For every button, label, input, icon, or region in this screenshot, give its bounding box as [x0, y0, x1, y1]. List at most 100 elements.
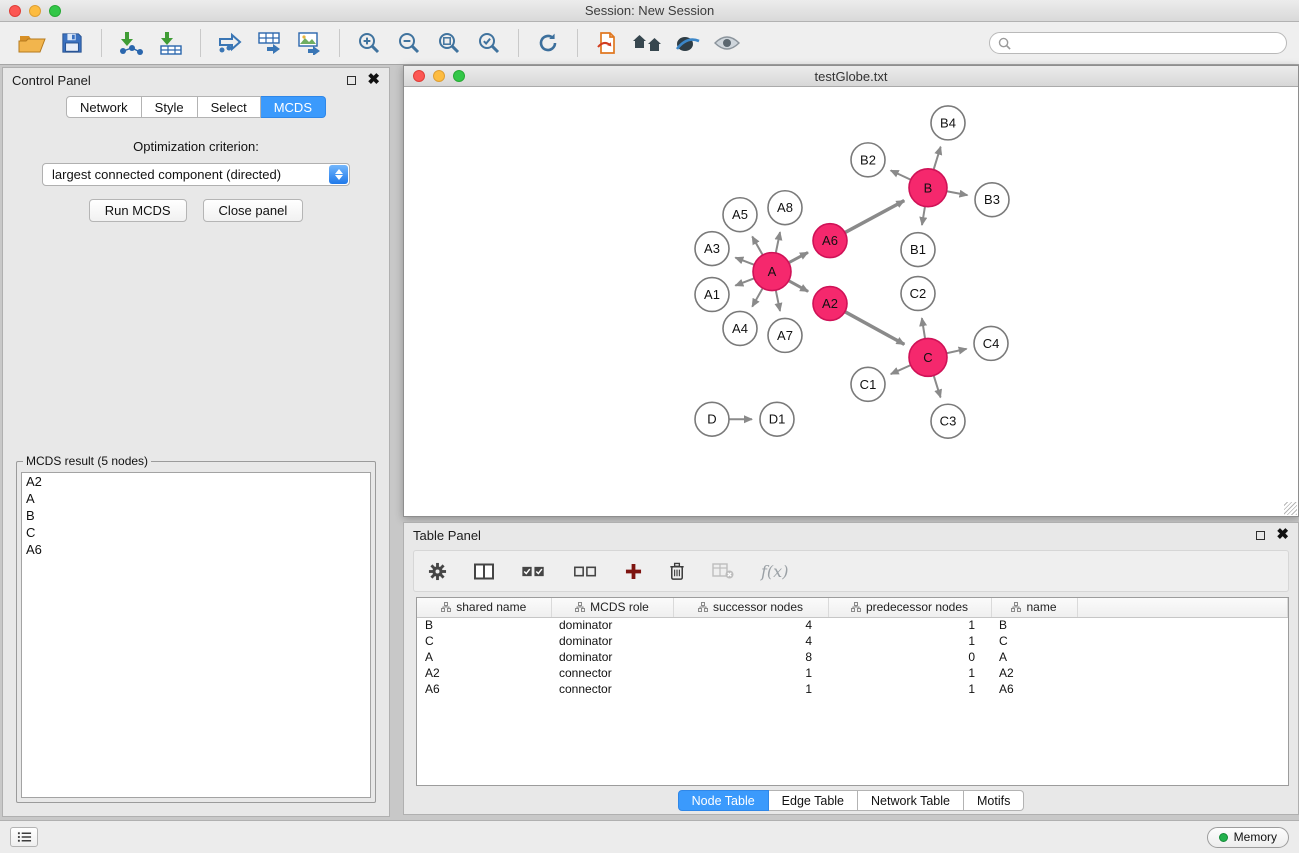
column-header-mcds-role[interactable]: MCDS role: [551, 598, 673, 617]
function-builder-button[interactable]: f(x): [761, 562, 788, 581]
close-window-button[interactable]: [9, 5, 21, 17]
annotation-button[interactable]: [667, 25, 707, 61]
window-resize-grip[interactable]: [1284, 502, 1297, 515]
node-C[interactable]: C: [909, 338, 947, 376]
delete-column-button[interactable]: [669, 562, 685, 581]
select-all-button[interactable]: [521, 565, 546, 578]
edge-A6-B[interactable]: [845, 201, 904, 233]
task-history-button[interactable]: [10, 827, 38, 847]
edge-A-A4[interactable]: [752, 288, 762, 307]
import-network-button[interactable]: [111, 25, 151, 61]
table-row[interactable]: A6connector11A6: [417, 681, 1288, 697]
add-column-button[interactable]: [625, 563, 642, 580]
table-row[interactable]: Bdominator41B: [417, 617, 1288, 633]
column-header-successor-nodes[interactable]: successor nodes: [673, 598, 828, 617]
mcds-result-item[interactable]: A6: [22, 541, 370, 558]
node-A1[interactable]: A1: [695, 278, 729, 312]
edge-A-A1[interactable]: [735, 278, 754, 285]
save-session-button[interactable]: [52, 25, 92, 61]
edge-C-C4[interactable]: [947, 349, 967, 353]
node-A7[interactable]: A7: [768, 318, 802, 352]
table-row[interactable]: Adominator80A: [417, 649, 1288, 665]
import-table-button[interactable]: [151, 25, 191, 61]
zoom-in-button[interactable]: [349, 25, 389, 61]
edge-A-A8[interactable]: [776, 232, 780, 253]
edge-C-C1[interactable]: [891, 365, 911, 374]
edge-B-B4[interactable]: [934, 147, 941, 170]
mcds-result-item[interactable]: A: [22, 490, 370, 507]
run-mcds-button[interactable]: Run MCDS: [89, 199, 187, 222]
node-B[interactable]: B: [909, 169, 947, 207]
tab-style[interactable]: Style: [142, 96, 198, 118]
tab-network-table[interactable]: Network Table: [858, 790, 964, 811]
node-D1[interactable]: D1: [760, 402, 794, 436]
tab-select[interactable]: Select: [198, 96, 261, 118]
mcds-result-item[interactable]: B: [22, 507, 370, 524]
search-input[interactable]: [1016, 36, 1278, 50]
network-minimize-button[interactable]: [433, 70, 445, 82]
apply-layout-button[interactable]: [528, 25, 568, 61]
export-network-button[interactable]: [210, 25, 250, 61]
export-image-button[interactable]: [290, 25, 330, 61]
edge-A-A6[interactable]: [789, 252, 808, 262]
node-C4[interactable]: C4: [974, 326, 1008, 360]
node-A5[interactable]: A5: [723, 198, 757, 232]
node-B1[interactable]: B1: [901, 233, 935, 267]
float-table-panel-icon[interactable]: [1256, 531, 1265, 540]
close-panel-icon[interactable]: ✖: [367, 74, 380, 86]
delete-table-button[interactable]: [712, 563, 734, 579]
network-close-button[interactable]: [413, 70, 425, 82]
network-zoom-button[interactable]: [453, 70, 465, 82]
home-views-button[interactable]: [627, 25, 667, 61]
close-panel-button[interactable]: Close panel: [203, 199, 304, 222]
export-table-button[interactable]: [250, 25, 290, 61]
edge-A-A3[interactable]: [735, 258, 754, 265]
zoom-fit-button[interactable]: [429, 25, 469, 61]
node-B4[interactable]: B4: [931, 106, 965, 140]
tab-network[interactable]: Network: [66, 96, 142, 118]
edge-A2-C[interactable]: [845, 312, 904, 345]
node-B2[interactable]: B2: [851, 143, 885, 177]
column-header-name[interactable]: name: [991, 598, 1077, 617]
show-columns-button[interactable]: [474, 563, 494, 580]
deselect-all-button[interactable]: [573, 565, 598, 578]
minimize-window-button[interactable]: [29, 5, 41, 17]
node-C3[interactable]: C3: [931, 404, 965, 438]
show-hide-button[interactable]: [707, 25, 747, 61]
global-search-field[interactable]: [989, 32, 1287, 54]
edge-B-B3[interactable]: [947, 191, 968, 195]
zoom-selected-button[interactable]: [469, 25, 509, 61]
node-B3[interactable]: B3: [975, 183, 1009, 217]
node-A8[interactable]: A8: [768, 191, 802, 225]
node-A2[interactable]: A2: [813, 287, 847, 321]
table-settings-button[interactable]: [428, 562, 447, 581]
memory-button[interactable]: Memory: [1207, 827, 1289, 848]
node-C1[interactable]: C1: [851, 367, 885, 401]
network-canvas[interactable]: B4B2BB3A8A5A6A3B1AA1C2A2A4A7C4CC1C3DD1: [404, 88, 1298, 516]
mcds-result-item[interactable]: C: [22, 524, 370, 541]
optimization-criterion-dropdown[interactable]: largest connected component (directed): [42, 163, 350, 186]
open-session-button[interactable]: [12, 25, 52, 61]
edge-B-B2[interactable]: [891, 170, 911, 179]
node-A[interactable]: A: [753, 253, 791, 291]
mcds-result-list[interactable]: A2ABCA6: [21, 472, 371, 798]
column-header-predecessor-nodes[interactable]: predecessor nodes: [828, 598, 991, 617]
node-D[interactable]: D: [695, 402, 729, 436]
edge-A-A5[interactable]: [752, 236, 762, 255]
tab-node-table[interactable]: Node Table: [678, 790, 769, 811]
edge-A-A7[interactable]: [776, 290, 780, 311]
open-file-button[interactable]: [587, 25, 627, 61]
node-A3[interactable]: A3: [695, 232, 729, 266]
node-A4[interactable]: A4: [723, 311, 757, 345]
edge-A-A2[interactable]: [789, 281, 808, 292]
tab-edge-table[interactable]: Edge Table: [769, 790, 858, 811]
node-C2[interactable]: C2: [901, 277, 935, 311]
table-row[interactable]: Cdominator41C: [417, 633, 1288, 649]
zoom-window-button[interactable]: [49, 5, 61, 17]
tab-motifs[interactable]: Motifs: [964, 790, 1024, 811]
tab-mcds[interactable]: MCDS: [261, 96, 326, 118]
close-table-panel-icon[interactable]: ✖: [1276, 529, 1289, 541]
edge-B-B1[interactable]: [922, 206, 925, 225]
column-header-shared-name[interactable]: shared name: [417, 598, 551, 617]
edge-C-C3[interactable]: [934, 375, 941, 397]
